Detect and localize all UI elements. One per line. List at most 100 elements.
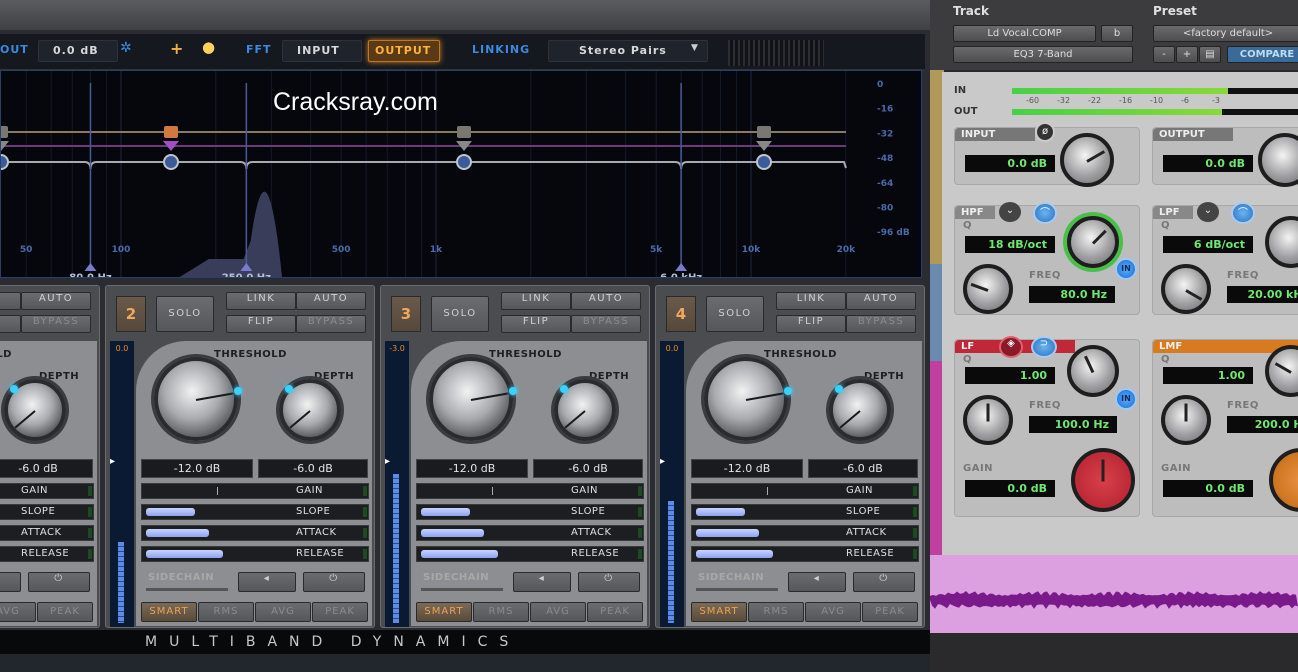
- input-knob[interactable]: [1060, 133, 1114, 187]
- solo-button[interactable]: SOLO: [706, 296, 764, 332]
- add-icon[interactable]: +: [170, 39, 184, 58]
- power-icon[interactable]: ⏻: [28, 572, 90, 592]
- detect-avg-button[interactable]: AVG: [530, 602, 586, 622]
- detect-peak-button[interactable]: PEAK: [587, 602, 643, 622]
- band-number[interactable]: 2: [116, 296, 146, 332]
- track-suffix-select[interactable]: b: [1101, 25, 1133, 42]
- lmf-q-value[interactable]: 1.00: [1163, 367, 1253, 384]
- output-knob[interactable]: [1258, 133, 1298, 187]
- flip-button[interactable]: FLIP: [776, 315, 846, 333]
- lf-gain-knob[interactable]: [1071, 448, 1135, 512]
- detect-smart-button[interactable]: SMART: [416, 602, 472, 622]
- attack-slider[interactable]: ATTACK: [0, 525, 94, 541]
- fft-output-button[interactable]: OUTPUT: [368, 40, 440, 62]
- release-slider[interactable]: RELEASE: [0, 546, 94, 562]
- auto-button[interactable]: AUTO: [846, 292, 916, 310]
- gain-slider[interactable]: GAIN: [141, 483, 369, 499]
- lf-q-value[interactable]: 1.00: [965, 367, 1055, 384]
- audio-waveform[interactable]: [930, 555, 1298, 633]
- threshold-knob[interactable]: [154, 357, 242, 441]
- solo-button[interactable]: SOLO: [431, 296, 489, 332]
- threshold-value[interactable]: -12.0 dB: [416, 459, 528, 478]
- threshold-marker-icon[interactable]: ▸: [110, 456, 115, 467]
- bypass-button[interactable]: BYPASS: [571, 315, 641, 333]
- depth-value[interactable]: -6.0 dB: [258, 459, 368, 478]
- detect-avg-button[interactable]: AVG: [255, 602, 311, 622]
- threshold-value[interactable]: -12.0 dB: [691, 459, 803, 478]
- lmf-freq-value[interactable]: 200.0 Hz: [1227, 416, 1298, 433]
- threshold-marker-icon[interactable]: ▸: [385, 456, 390, 467]
- depth-knob[interactable]: [829, 379, 891, 441]
- depth-knob[interactable]: [554, 379, 616, 441]
- lpf-q-value[interactable]: 6 dB/oct: [1163, 236, 1253, 253]
- plugin-select[interactable]: EQ3 7-Band: [953, 46, 1133, 63]
- link-button[interactable]: LINK: [501, 292, 571, 310]
- bypass-button[interactable]: BYPASS: [21, 315, 91, 333]
- gain-slider[interactable]: GAIN: [691, 483, 919, 499]
- settings-icon[interactable]: ✲: [120, 40, 133, 56]
- release-slider[interactable]: RELEASE: [691, 546, 919, 562]
- depth-value[interactable]: -6.0 dB: [533, 459, 643, 478]
- hpf-type-icon[interactable]: ⌄: [999, 202, 1021, 222]
- release-slider[interactable]: RELEASE: [141, 546, 369, 562]
- lpf-q-knob[interactable]: [1265, 216, 1298, 268]
- speaker-icon[interactable]: ◂: [513, 572, 571, 592]
- auto-button[interactable]: AUTO: [296, 292, 366, 310]
- depth-knob[interactable]: [4, 379, 66, 441]
- lpf-freq-knob[interactable]: [1161, 264, 1211, 314]
- link-button[interactable]: LINK: [226, 292, 296, 310]
- detect-smart-button[interactable]: SMART: [141, 602, 197, 622]
- hpf-q-value[interactable]: 18 dB/oct: [965, 236, 1055, 253]
- speaker-icon[interactable]: ◂: [788, 572, 846, 592]
- threshold-marker-icon[interactable]: ▸: [660, 456, 665, 467]
- detect-peak-button[interactable]: PEAK: [312, 602, 368, 622]
- flip-button[interactable]: FLIP: [0, 315, 21, 333]
- power-icon[interactable]: ⏻: [578, 572, 640, 592]
- hpf-freq-value[interactable]: 80.0 Hz: [1029, 286, 1115, 303]
- threshold-knob[interactable]: [429, 357, 517, 441]
- bulb-icon[interactable]: ●: [202, 38, 216, 56]
- speaker-icon[interactable]: ◂: [0, 572, 21, 592]
- depth-value[interactable]: -6.0 dB: [808, 459, 918, 478]
- preset-menu-icon[interactable]: ▤: [1199, 46, 1221, 63]
- fft-input-button[interactable]: INPUT: [282, 40, 362, 62]
- auto-button[interactable]: AUTO: [571, 292, 641, 310]
- band-number[interactable]: 3: [391, 296, 421, 332]
- linking-dropdown[interactable]: Stereo Pairs ▼: [548, 40, 708, 62]
- solo-button[interactable]: SOLO: [156, 296, 214, 332]
- track-select[interactable]: Ld Vocal.COMP: [953, 25, 1096, 42]
- slope-slider[interactable]: SLOPE: [416, 504, 644, 520]
- lf-q-knob[interactable]: [1067, 345, 1119, 397]
- band-number[interactable]: 4: [666, 296, 696, 332]
- bypass-button[interactable]: BYPASS: [296, 315, 366, 333]
- attack-slider[interactable]: ATTACK: [691, 525, 919, 541]
- power-icon[interactable]: ⏻: [853, 572, 915, 592]
- lmf-gain-knob[interactable]: [1269, 448, 1298, 512]
- detect-peak-button[interactable]: PEAK: [37, 602, 93, 622]
- input-value[interactable]: 0.0 dB: [965, 155, 1055, 172]
- speaker-icon[interactable]: ◂: [238, 572, 296, 592]
- compare-button[interactable]: COMPARE: [1227, 46, 1298, 63]
- slope-slider[interactable]: SLOPE: [141, 504, 369, 520]
- lmf-gain-value[interactable]: 0.0 dB: [1163, 480, 1253, 497]
- depth-knob[interactable]: [279, 379, 341, 441]
- hpf-in-button[interactable]: IN: [1115, 258, 1137, 280]
- auto-button[interactable]: AUTO: [21, 292, 91, 310]
- lf-shelf-icon[interactable]: ◈: [999, 336, 1023, 358]
- hpf-slope-icon[interactable]: ⌒: [1033, 202, 1057, 224]
- attack-slider[interactable]: ATTACK: [141, 525, 369, 541]
- phase-invert-button[interactable]: ø: [1035, 122, 1055, 142]
- flip-button[interactable]: FLIP: [501, 315, 571, 333]
- lpf-type-icon[interactable]: ⌄: [1197, 202, 1219, 222]
- hpf-freq-knob[interactable]: [963, 264, 1013, 314]
- lpf-slope-icon[interactable]: ⌒: [1231, 202, 1255, 224]
- threshold-value[interactable]: -12.0 dB: [141, 459, 253, 478]
- lf-freq-knob[interactable]: [963, 395, 1013, 445]
- slope-slider[interactable]: SLOPE: [0, 504, 94, 520]
- threshold-knob[interactable]: [704, 357, 792, 441]
- attack-slider[interactable]: ATTACK: [416, 525, 644, 541]
- slope-slider[interactable]: SLOPE: [691, 504, 919, 520]
- lf-gain-value[interactable]: 0.0 dB: [965, 480, 1055, 497]
- detect-smart-button[interactable]: SMART: [691, 602, 747, 622]
- preset-select[interactable]: <factory default>: [1153, 25, 1298, 42]
